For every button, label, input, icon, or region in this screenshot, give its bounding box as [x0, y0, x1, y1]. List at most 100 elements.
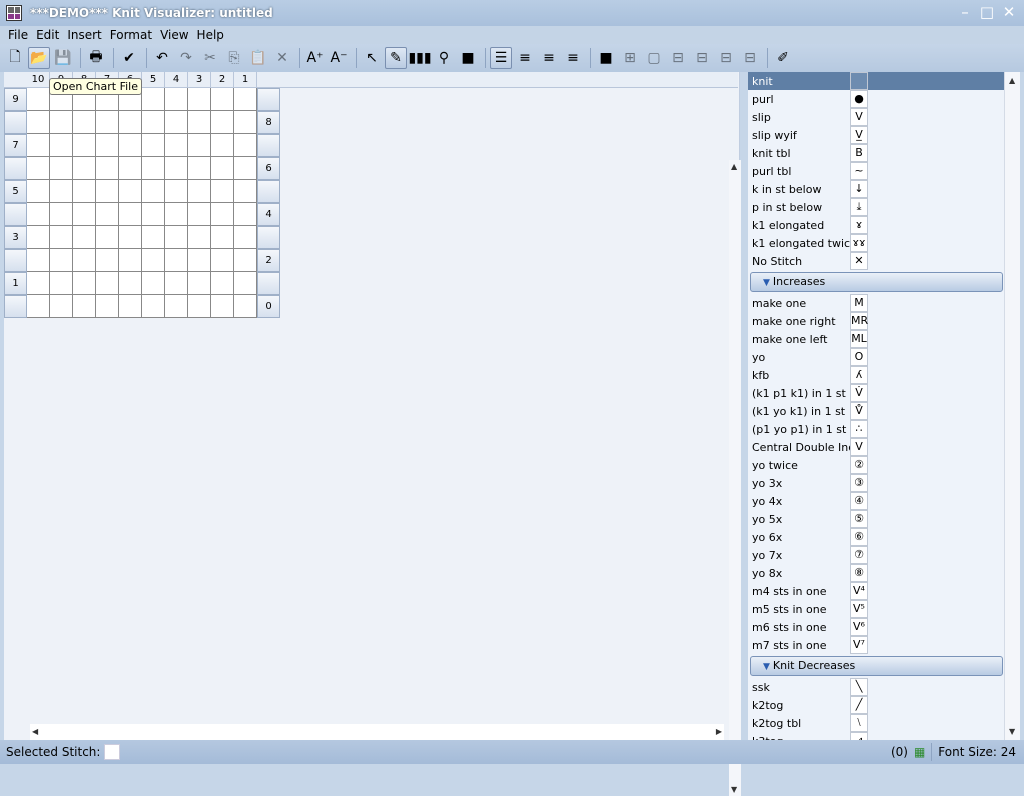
palette-item[interactable]: k in st below ↓ [748, 180, 1004, 198]
chart-cell[interactable] [27, 111, 50, 134]
palette-item[interactable]: yo 5x ⑤ [748, 510, 1004, 528]
paste-button[interactable]: 📋 [247, 47, 269, 69]
palette-item[interactable]: slip wyif V̲ [748, 126, 1004, 144]
chart-cell[interactable] [27, 203, 50, 226]
chart-cell[interactable] [119, 226, 142, 249]
chart-cell[interactable] [211, 272, 234, 295]
palette-item[interactable]: (k1 yo k1) in 1 st V̊ [748, 402, 1004, 420]
check-pattern-button[interactable]: ✔ [118, 47, 140, 69]
chart-cell[interactable] [188, 157, 211, 180]
chart-cell[interactable] [50, 203, 73, 226]
chart-cell[interactable] [73, 249, 96, 272]
chart-cell[interactable] [50, 295, 73, 318]
chart-cell[interactable] [119, 249, 142, 272]
chart-cell[interactable] [234, 157, 257, 180]
chart-cell[interactable] [96, 111, 119, 134]
category-header[interactable]: ▼ Increases [750, 272, 1003, 292]
palette-item[interactable]: k3tog⊿ [748, 732, 1004, 740]
menu-format[interactable]: Format [106, 28, 156, 42]
align-right-button[interactable]: ≡ [562, 47, 584, 69]
chart-cell[interactable] [234, 203, 257, 226]
palette-item[interactable]: No Stitch ✕ [748, 252, 1004, 270]
chart-cell[interactable] [27, 157, 50, 180]
chart-cell[interactable] [73, 226, 96, 249]
scroll-right-icon[interactable]: ▶ [716, 727, 722, 736]
chart-cell[interactable] [27, 180, 50, 203]
chart-cell[interactable] [211, 249, 234, 272]
undo-button[interactable]: ↶ [151, 47, 173, 69]
chart-cell[interactable] [211, 88, 234, 111]
pencil-tool-button[interactable]: ✎ [385, 47, 407, 69]
print-button[interactable]: 🖶 [85, 47, 107, 69]
chart-cell[interactable] [211, 295, 234, 318]
chart-cell[interactable] [211, 111, 234, 134]
chart-cell[interactable] [27, 272, 50, 295]
scroll-down-icon[interactable]: ▼ [731, 785, 737, 794]
delete-button[interactable]: ✕ [271, 47, 293, 69]
chart-cell[interactable] [165, 295, 188, 318]
chart-cell[interactable] [234, 226, 257, 249]
chart-cell[interactable] [142, 295, 165, 318]
chart-cell[interactable] [96, 272, 119, 295]
menu-insert[interactable]: Insert [63, 28, 105, 42]
chart-cell[interactable] [188, 272, 211, 295]
chart-cell[interactable] [142, 111, 165, 134]
chart-cell[interactable] [119, 295, 142, 318]
new-file-button[interactable]: 🗋 [4, 47, 26, 69]
chart-cell[interactable] [119, 157, 142, 180]
color-swatch-button[interactable]: ■ [457, 47, 479, 69]
border-all-button[interactable]: ⊞ [619, 47, 641, 69]
save-button[interactable]: 💾 [52, 47, 74, 69]
chart-cell[interactable] [188, 226, 211, 249]
chart-cell[interactable] [211, 157, 234, 180]
palette-item[interactable]: purl tbl ~ [748, 162, 1004, 180]
border-outer-button[interactable]: ▢ [643, 47, 665, 69]
chart-cell[interactable] [165, 272, 188, 295]
select-tool-button[interactable]: ↖ [361, 47, 383, 69]
chart-cell[interactable] [27, 249, 50, 272]
chart-cell[interactable] [50, 226, 73, 249]
chart-cell[interactable] [119, 180, 142, 203]
chart-cell[interactable] [188, 295, 211, 318]
chart-cell[interactable] [165, 88, 188, 111]
palette-item[interactable]: yo twice ② [748, 456, 1004, 474]
chart-horizontal-scrollbar[interactable]: ◀ ▶ [30, 724, 724, 740]
chart-cell[interactable] [234, 295, 257, 318]
minimize-button[interactable]: – [956, 3, 974, 21]
chart-cell[interactable] [142, 157, 165, 180]
chart-cell[interactable] [142, 203, 165, 226]
palette-item[interactable]: make one right MR [748, 312, 1004, 330]
chart-cell[interactable] [142, 180, 165, 203]
chart-cell[interactable] [142, 88, 165, 111]
palette-item[interactable]: yo 3x ③ [748, 474, 1004, 492]
chart-cell[interactable] [142, 272, 165, 295]
chart-cell[interactable] [165, 111, 188, 134]
chart-cell[interactable] [50, 272, 73, 295]
chart-cell[interactable] [165, 180, 188, 203]
scroll-down-icon[interactable]: ▼ [1009, 727, 1015, 736]
palette-item[interactable]: m5 sts in one V⁵ [748, 600, 1004, 618]
palette-item[interactable]: ssk ╲ [748, 678, 1004, 696]
copy-button[interactable]: ⎘ [223, 47, 245, 69]
border-left-button[interactable]: ⊟ [715, 47, 737, 69]
eyedropper-button[interactable]: ⚲ [433, 47, 455, 69]
redo-button[interactable]: ↷ [175, 47, 197, 69]
font-decrease-button[interactable]: A⁻ [328, 47, 350, 69]
highlighter-button[interactable]: ✐ [772, 47, 794, 69]
chart-cell[interactable] [142, 249, 165, 272]
chart-cell[interactable] [96, 249, 119, 272]
color-markers-button[interactable]: ▮▮▮ [408, 47, 431, 69]
palette-item[interactable]: kfb ʎ [748, 366, 1004, 384]
chart-cell[interactable] [73, 295, 96, 318]
chart-cell[interactable] [119, 272, 142, 295]
palette-item[interactable]: m4 sts in one V⁴ [748, 582, 1004, 600]
chart-cell[interactable] [188, 134, 211, 157]
chart-cell[interactable] [188, 203, 211, 226]
chart-cell[interactable] [165, 249, 188, 272]
chart-cell[interactable] [27, 226, 50, 249]
chart-cell[interactable] [119, 111, 142, 134]
font-increase-button[interactable]: A⁺ [304, 47, 326, 69]
align-left-button[interactable]: ≡ [514, 47, 536, 69]
chart-cell[interactable] [234, 249, 257, 272]
chart-cell[interactable] [234, 180, 257, 203]
